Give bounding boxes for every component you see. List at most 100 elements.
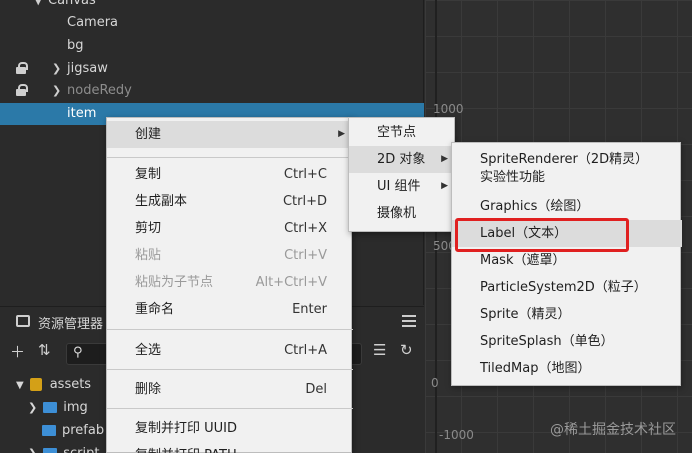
menu-item-paste[interactable]: 粘贴 Ctrl+V (107, 242, 353, 269)
menu-item-tiledmap[interactable]: TiledMap（地图） (452, 355, 682, 382)
menu-item-label: UI 组件 (377, 179, 421, 194)
menu-item-camera[interactable]: 摄像机 (349, 200, 456, 227)
object2d-submenu: SpriteRenderer（2D精灵） 实验性功能 Graphics（绘图） … (451, 142, 682, 386)
menu-item-create[interactable]: 创建 ▶ (107, 121, 353, 148)
shortcut: Ctrl+V (284, 248, 327, 263)
shortcut: Ctrl+D (282, 194, 327, 209)
chevron-right-icon[interactable]: ❯ (52, 80, 61, 102)
menu-item-label: 复制 (135, 167, 162, 182)
node-noderedy[interactable]: ❯ nodeRedy (0, 80, 424, 102)
menu-item-2d-object[interactable]: 2D 对象 ▶ (349, 146, 456, 173)
node-label: Camera (67, 15, 119, 30)
shortcut: Del (305, 382, 327, 397)
lock-icon[interactable] (16, 84, 28, 96)
menu-divider (107, 329, 353, 330)
menu-item-label: Graphics（绘图） (480, 199, 590, 214)
shortcut: Enter (292, 302, 327, 317)
panel-title: 资源管理器 (38, 317, 104, 332)
tick-label: 1000 (433, 102, 464, 116)
add-icon[interactable]: ＋ (10, 341, 25, 362)
list-icon[interactable]: ☰ (373, 341, 386, 359)
menu-item-graphics[interactable]: Graphics（绘图） (452, 193, 682, 220)
shortcut: Ctrl+X (284, 221, 327, 236)
node-canvas[interactable]: ▼ Canvas (0, 0, 424, 12)
asset-label: assets (49, 377, 92, 392)
menu-item-cut[interactable]: 剪切 Ctrl+X (107, 215, 353, 242)
lock-icon[interactable] (16, 62, 28, 74)
menu-item-label: 剪切 (135, 221, 162, 236)
menu-item-label: 粘贴 (135, 248, 162, 263)
menu-item-label: 空节点 (377, 125, 417, 140)
menu-item-select-all[interactable]: 全选 Ctrl+A (107, 337, 353, 364)
node-label: jigsaw (67, 61, 108, 76)
chevron-right-icon[interactable]: ❯ (52, 58, 61, 80)
refresh-icon[interactable]: ↻ (400, 341, 413, 359)
menu-item-spritesplash[interactable]: SpriteSplash（单色） (452, 328, 682, 355)
menu-item-label: SpriteRenderer（2D精灵） (480, 152, 649, 167)
highlight-box (455, 218, 629, 252)
menu-item-duplicate[interactable]: 生成副本 Ctrl+D (107, 188, 353, 215)
asset-assets[interactable]: ▼ assets (16, 374, 91, 396)
node-bg[interactable]: bg (0, 35, 424, 57)
folder-icon (43, 402, 58, 413)
chevron-right-icon[interactable]: ❯ (28, 447, 37, 453)
node-label: bg (67, 38, 84, 53)
watermark: @稀土掘金技术社区 (550, 422, 676, 438)
chevron-down-icon[interactable]: ▼ (16, 380, 24, 391)
database-icon (29, 378, 42, 391)
menu-item-copy[interactable]: 复制 Ctrl+C (107, 161, 353, 188)
node-jigsaw[interactable]: ❯ jigsaw (0, 58, 424, 80)
sort-icon[interactable]: ⇅ (38, 341, 51, 359)
menu-item-copy-path[interactable]: 复制并打印 PATH (107, 442, 353, 453)
asset-prefab[interactable]: prefab (42, 420, 104, 442)
menu-item-label: 重命名 (135, 302, 175, 317)
asset-label: prefab (62, 423, 105, 438)
tick-label: -1000 (439, 428, 474, 442)
node-camera[interactable]: Camera (0, 12, 424, 34)
menu-item-label: 粘贴为子节点 (135, 275, 214, 290)
asset-img[interactable]: ❯ img (28, 397, 88, 419)
menu-item-label: Sprite（精灵） (480, 307, 571, 322)
shortcut: Ctrl+A (284, 343, 327, 358)
menu-item-label: 复制并打印 UUID (135, 421, 238, 436)
search-icon: ⚲ (73, 345, 83, 360)
menu-item-copy-uuid[interactable]: 复制并打印 UUID (107, 415, 353, 442)
node-label: item (67, 106, 97, 121)
menu-icon[interactable] (402, 315, 416, 327)
shortcut: Ctrl+C (283, 167, 327, 182)
menu-item-particlesystem[interactable]: ParticleSystem2D（粒子） (452, 274, 682, 301)
menu-item-spriterenderer[interactable]: SpriteRenderer（2D精灵） 实验性功能 (452, 149, 682, 189)
submenu-arrow-icon: ▶ (441, 181, 448, 191)
shortcut: Alt+Ctrl+V (255, 275, 327, 290)
folder-icon (16, 315, 30, 327)
submenu-arrow-icon: ▶ (338, 129, 345, 139)
menu-item-label: 创建 (135, 127, 162, 142)
folder-icon (43, 448, 58, 453)
create-submenu: 空节点 2D 对象 ▶ UI 组件 ▶ 摄像机 (348, 117, 456, 232)
menu-item-label: 摄像机 (377, 206, 417, 221)
menu-item-label: 全选 (135, 343, 162, 358)
menu-item-rename[interactable]: 重命名 Enter (107, 296, 353, 323)
asset-label: img (63, 400, 88, 415)
node-label: nodeRedy (67, 83, 132, 98)
menu-item-label: 删除 (135, 382, 162, 397)
menu-divider (107, 369, 353, 370)
menu-item-label: TiledMap（地图） (480, 361, 591, 376)
chevron-down-icon[interactable]: ▼ (34, 0, 42, 12)
menu-item-label: ParticleSystem2D（粒子） (480, 280, 647, 295)
menu-item-label: 生成副本 (135, 194, 188, 209)
menu-item-label: 复制并打印 PATH (135, 442, 237, 453)
asset-label: script (63, 446, 99, 453)
menu-item-ui-component[interactable]: UI 组件 ▶ (349, 173, 456, 200)
menu-divider (107, 408, 353, 409)
tick-label: 0 (431, 376, 439, 390)
menu-item-label: SpriteSplash（单色） (480, 334, 614, 349)
context-menu: 创建 ▶ 复制 Ctrl+C 生成副本 Ctrl+D 剪切 Ctrl+X 粘贴 … (106, 117, 353, 453)
asset-script[interactable]: ❯ script (28, 443, 99, 453)
menu-item-sprite[interactable]: Sprite（精灵） (452, 301, 682, 328)
menu-item-paste-as-child[interactable]: 粘贴为子节点 Alt+Ctrl+V (107, 269, 353, 296)
menu-item-delete[interactable]: 删除 Del (107, 376, 353, 403)
chevron-right-icon[interactable]: ❯ (28, 401, 37, 414)
menu-divider (107, 157, 353, 158)
menu-item-empty-node[interactable]: 空节点 (349, 119, 456, 146)
